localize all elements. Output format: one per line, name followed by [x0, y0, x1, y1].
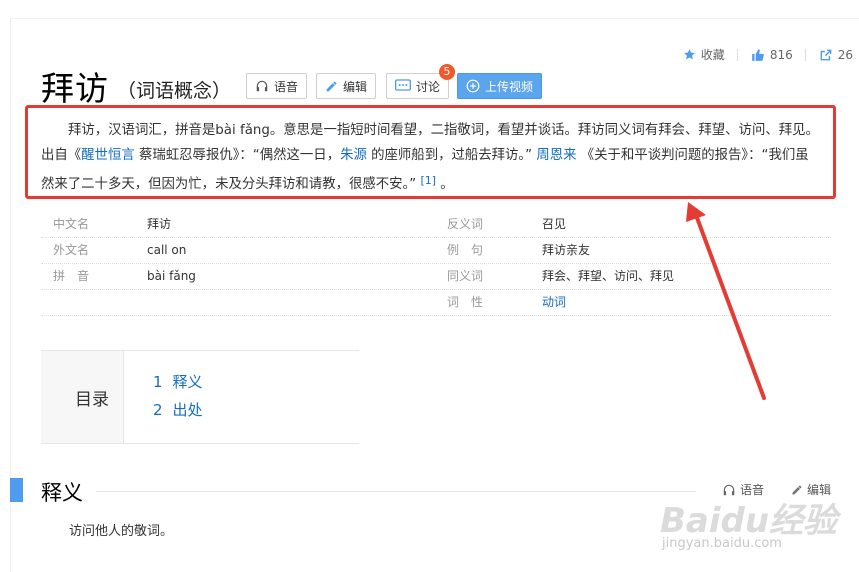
plus-circle-icon: [466, 79, 480, 93]
stat-divider: [804, 48, 806, 61]
catalog-item-number: 1: [153, 373, 163, 391]
voice-button[interactable]: 语音: [246, 73, 308, 99]
catalog-item[interactable]: 2 出处: [153, 399, 203, 420]
page-subtitle: （词语概念）: [117, 80, 232, 102]
section-marker: [10, 478, 23, 502]
edit-label: 编辑: [343, 79, 368, 94]
section-body: 访问他人的敬词。: [69, 524, 174, 539]
star-icon: [683, 49, 695, 60]
info-label: 同义词: [447, 269, 484, 283]
info-row: 拼 音 bài fǎng 同义词 拜会、拜望、访问、拜见: [41, 263, 831, 290]
info-row: 词 性 动词: [41, 289, 831, 316]
watermark-url: jingyan.baidu.com: [662, 536, 782, 551]
upload-video-label: 上传视频: [485, 79, 534, 94]
info-value: 拜访: [147, 217, 172, 231]
info-value: bài fǎng: [147, 269, 196, 283]
catalog-header: 目录: [41, 351, 124, 443]
info-label: 中文名: [53, 217, 90, 231]
discuss-label: 讨论: [416, 79, 441, 94]
info-value: call on: [147, 243, 187, 257]
share-icon: [820, 49, 832, 60]
info-value: 拜访亲友: [542, 243, 591, 257]
catalog-item-number: 2: [153, 401, 163, 419]
info-row: 外文名 call on 例 句 拜访亲友: [41, 237, 831, 264]
info-label: 外文名: [53, 243, 90, 257]
catalog-item-label: 释义: [172, 373, 203, 391]
info-value: 召见: [542, 217, 567, 231]
page-title: 拜访: [41, 69, 109, 108]
section-title: 释义: [41, 481, 83, 505]
share-button[interactable]: 26: [819, 48, 853, 62]
baidu-jingyan-watermark: Baidu经验 jingyan.baidu.com: [660, 490, 859, 572]
voice-label: 语音: [274, 79, 299, 94]
catalog-item-label: 出处: [172, 401, 203, 419]
upload-video-button[interactable]: 上传视频: [457, 73, 542, 99]
like-button[interactable]: 816: [751, 48, 806, 62]
info-row: 中文名 拜访 反义词 召见: [41, 211, 831, 238]
section-divider: [96, 491, 696, 492]
thumbs-up-icon: [751, 48, 764, 61]
collect-label: 收藏: [700, 48, 725, 62]
lemma-stats: 收藏 816 26: [670, 46, 853, 63]
info-label: 例 句: [447, 243, 484, 257]
stat-divider: [736, 48, 738, 61]
headphones-icon: [256, 80, 268, 92]
catalog: 目录 1 释义 2 出处: [41, 350, 359, 444]
word-class-link[interactable]: 动词: [542, 289, 566, 315]
like-count: 816: [769, 47, 793, 62]
info-label: 反义词: [447, 217, 484, 231]
highlight-box: [25, 105, 836, 199]
info-label: 拼 音: [53, 269, 90, 283]
edit-button[interactable]: 编辑: [316, 73, 377, 99]
discuss-count-badge: 5: [439, 64, 455, 80]
collect-button[interactable]: 收藏: [683, 46, 738, 63]
chat-icon: [395, 79, 411, 91]
pencil-icon: [326, 81, 337, 91]
page-top-border: [10, 18, 859, 19]
share-count: 26: [837, 47, 853, 62]
catalog-item[interactable]: 1 释义: [153, 371, 203, 392]
watermark-brand: Baidu经验: [660, 501, 838, 541]
info-label: 词 性: [447, 295, 484, 309]
info-value: 拜会、拜望、访问、拜见: [542, 269, 675, 283]
catalog-title: 目录: [75, 390, 109, 410]
discuss-button[interactable]: 讨论: [386, 73, 450, 99]
